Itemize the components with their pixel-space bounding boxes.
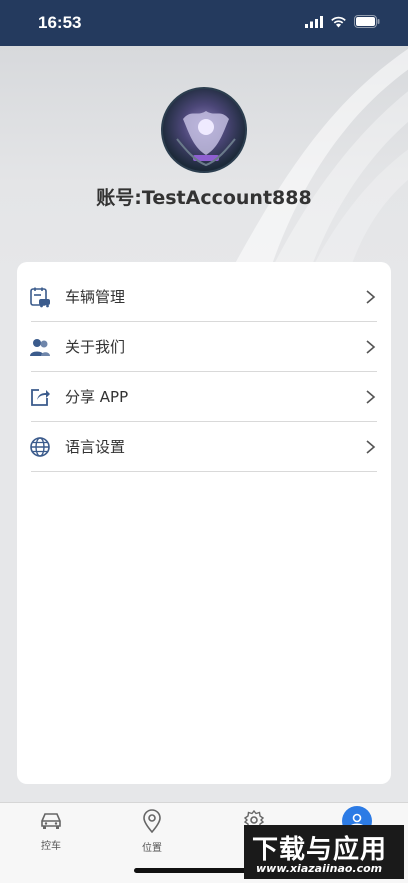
profile-header: 账号:TestAccount888 <box>0 46 408 276</box>
share-icon <box>29 386 51 408</box>
menu-item-share-app[interactable]: 分享 APP <box>31 372 377 422</box>
chevron-right-icon <box>366 389 376 404</box>
menu-item-label: 关于我们 <box>65 338 126 356</box>
status-bar: 16:53 <box>0 0 408 46</box>
globe-icon <box>29 436 51 458</box>
tab-control-car[interactable]: 控车 <box>16 809 86 852</box>
chevron-right-icon <box>366 439 376 454</box>
tab-location[interactable]: 位置 <box>117 809 187 854</box>
chevron-right-icon <box>366 289 376 304</box>
menu-item-vehicle-management[interactable]: 车辆管理 <box>29 272 377 322</box>
car-icon <box>41 813 61 829</box>
wifi-icon <box>331 16 346 27</box>
status-icons <box>305 15 380 28</box>
location-pin-icon <box>143 809 161 834</box>
menu-item-label: 车辆管理 <box>65 288 126 306</box>
watermark-logo: 下载与应用 www.xiazaiinao.com <box>244 825 404 879</box>
vehicle-management-icon <box>29 286 51 308</box>
watermark-url: www.xiazaiinao.com <box>256 862 383 875</box>
watermark-title: 下载与应用 <box>252 835 388 865</box>
battery-icon <box>354 15 380 28</box>
tab-label: 控车 <box>41 841 61 852</box>
tab-label: 位置 <box>142 843 162 854</box>
account-label: 账号:TestAccount888 <box>96 187 312 209</box>
menu-item-language-settings[interactable]: 语言设置 <box>29 422 377 472</box>
about-us-icon <box>29 336 51 358</box>
status-time: 16:53 <box>38 13 82 32</box>
menu-item-about-us[interactable]: 关于我们 <box>29 322 377 372</box>
signal-icon <box>305 15 323 28</box>
chevron-right-icon <box>366 339 376 354</box>
menu-item-label: 分享 APP <box>65 388 129 406</box>
menu-card: 车辆管理 关于我们 分享 APP 语言设置 <box>17 262 391 784</box>
avatar[interactable] <box>161 87 247 173</box>
menu-item-label: 语言设置 <box>65 438 126 456</box>
avatar-image <box>176 111 236 167</box>
